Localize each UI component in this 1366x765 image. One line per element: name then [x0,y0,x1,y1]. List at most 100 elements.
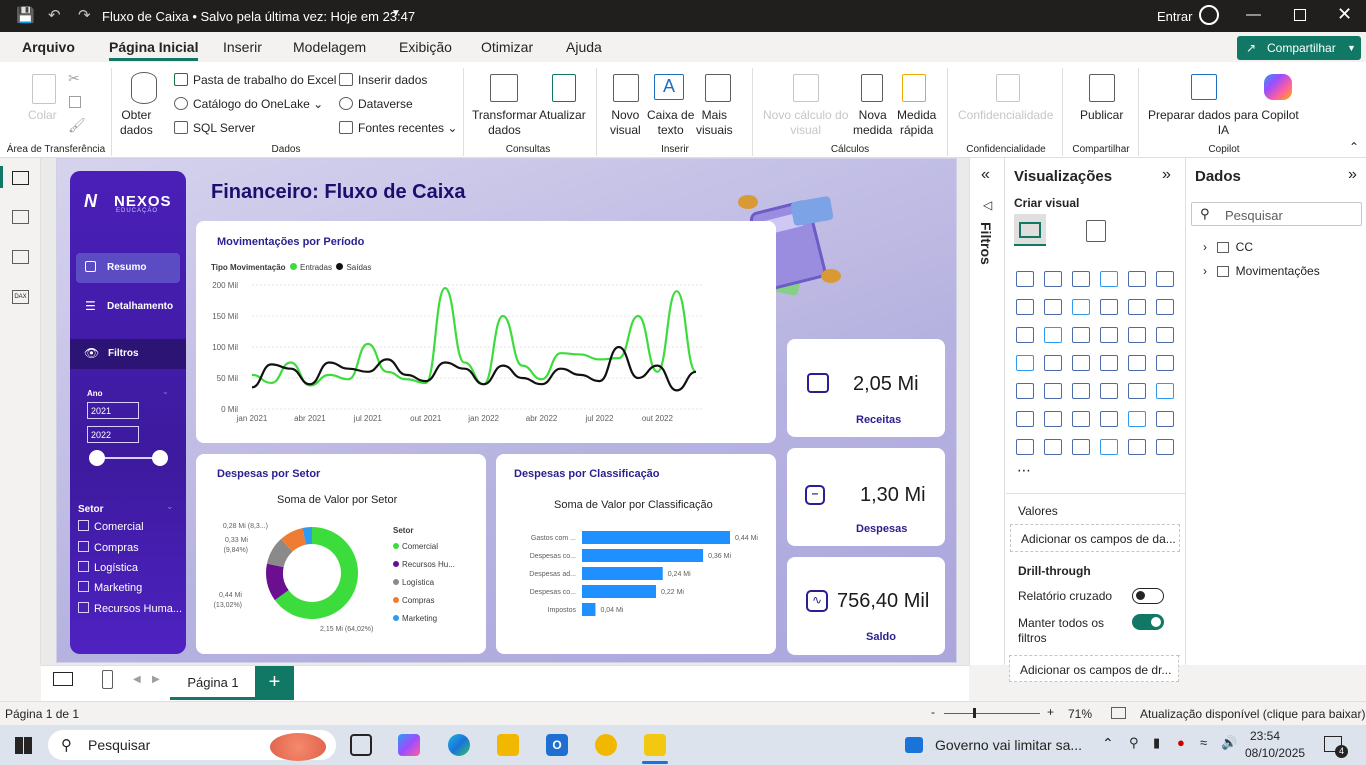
close-button[interactable]: ✕ [1337,4,1352,25]
visual-type-icon[interactable] [1100,411,1118,427]
sector-option[interactable]: Logística [78,561,138,574]
visual-type-icon[interactable] [1072,271,1090,287]
visual-type-icon[interactable] [1072,299,1090,315]
visual-type-icon[interactable] [1044,383,1062,399]
bar-chart-card[interactable]: Despesas por Classificação Soma de Valor… [496,454,776,654]
publish-button[interactable]: Publicar [1080,108,1123,123]
visual-type-icon[interactable] [1016,439,1034,455]
maximize-button[interactable] [1294,9,1306,21]
visual-type-icon[interactable] [1016,355,1034,371]
excel-workbook-button[interactable]: Pasta de trabalho do Excel [174,73,336,87]
wifi-icon[interactable]: ≈ [1200,735,1207,750]
build-visual-tab[interactable] [1014,214,1046,246]
dax-query-view-icon[interactable]: DAX [12,290,29,304]
data-search-input[interactable]: ⚲ Pesquisar [1191,202,1362,226]
volume-icon[interactable]: 🔊 [1221,735,1237,751]
cut-icon[interactable]: ✂ [68,70,80,87]
battery-icon[interactable]: ▮ [1153,735,1160,751]
line-chart-card[interactable]: Movimentações por Período Tipo Movimenta… [196,221,776,443]
new-visual-calc-button[interactable]: Novo cálculo do visual [763,108,848,138]
sql-server-button[interactable]: SQL Server [174,121,255,135]
windows-start-icon[interactable] [15,737,32,754]
visual-type-icon[interactable] [1072,411,1090,427]
copilot-icon[interactable] [1264,74,1292,100]
visual-type-icon[interactable] [1128,355,1146,371]
visual-type-icon[interactable] [1156,411,1174,427]
collapse-data-icon[interactable]: » [1348,166,1357,184]
redo-icon[interactable]: ↷ [78,6,91,24]
visual-type-icon[interactable] [1128,411,1146,427]
table-cc[interactable]: › CC [1203,240,1253,254]
tray-app-icon[interactable]: ⚲ [1129,735,1139,751]
visual-type-icon[interactable] [1044,411,1062,427]
page-tab-1[interactable]: Página 1 [170,666,256,700]
visual-type-icon[interactable] [1044,327,1062,343]
copy-icon[interactable] [69,96,81,108]
share-button[interactable]: ↗ Compartilhar ▼ [1237,36,1361,60]
sensitivity-button[interactable]: Confidencialidade [958,108,1053,123]
quick-measure-button[interactable]: Medida rápida [897,108,936,138]
copilot-taskbar-icon[interactable] [398,734,420,756]
sector-option[interactable]: Comercial [78,520,144,533]
visual-type-icon[interactable] [1156,355,1174,371]
collapse-viz-icon[interactable]: » [1162,166,1171,184]
account-icon[interactable] [1199,5,1219,25]
sector-option[interactable]: Recursos Huma... [78,602,182,615]
year-from-input[interactable]: 2021 [87,402,139,419]
year-slider-end-handle[interactable] [152,450,168,466]
more-visuals-icon[interactable]: ⋯ [1017,462,1031,479]
keep-filters-toggle[interactable] [1132,614,1164,630]
nav-resumo[interactable]: Resumo [76,253,180,283]
title-dropdown-icon[interactable]: ▼ [391,8,401,19]
year-to-input[interactable]: 2022 [87,426,139,443]
visual-type-icon[interactable] [1044,299,1062,315]
tab-inserir[interactable]: Inserir [223,39,262,55]
clock-time[interactable]: 23:54 [1250,729,1280,743]
recent-sources-button[interactable]: Fontes recentes ⌄ [339,121,457,135]
visual-type-icon[interactable] [1100,327,1118,343]
add-page-button[interactable]: + [255,666,294,700]
dataverse-button[interactable]: Dataverse [339,97,413,111]
refresh-button[interactable]: Atualizar [539,108,586,123]
tray-alert-icon[interactable]: ● [1177,735,1185,750]
zoom-slider-thumb[interactable] [973,708,976,718]
visual-type-icon[interactable] [1100,355,1118,371]
visual-type-icon[interactable] [1044,355,1062,371]
visual-type-icon[interactable] [1072,355,1090,371]
prev-page-icon[interactable]: ◀ [133,674,141,685]
update-available-link[interactable]: Atualização disponível (clique para baix… [1140,707,1365,721]
power-bi-icon[interactable] [644,734,666,756]
news-headline[interactable]: Governo vai limitar sa... [935,737,1082,753]
kpi-card-saldo[interactable]: ∿ 756,40 Mil Saldo [787,557,945,655]
insert-data-button[interactable]: Inserir dados [339,73,427,87]
get-data-button[interactable]: Obter dados [120,108,153,138]
kpi-card-despesas[interactable]: – 1,30 Mi Despesas [787,448,945,546]
visual-type-icon[interactable] [1072,383,1090,399]
visual-type-icon[interactable] [1156,271,1174,287]
nav-filtros[interactable]: 👁 Filtros [70,339,186,369]
visual-type-icon[interactable] [1100,439,1118,455]
tab-exibicao[interactable]: Exibição [399,39,452,55]
cross-report-toggle[interactable] [1132,588,1164,604]
visual-type-icon[interactable] [1156,439,1174,455]
visual-type-icon[interactable] [1044,439,1062,455]
tab-modelagem[interactable]: Modelagem [293,39,366,55]
visual-type-icon[interactable] [1044,271,1062,287]
tray-chevron-icon[interactable]: ⌃ [1102,735,1114,752]
visual-type-icon[interactable] [1128,271,1146,287]
visual-type-icon[interactable] [1156,299,1174,315]
undo-icon[interactable]: ↶ [48,6,61,24]
new-visual-button[interactable]: Novo visual [610,108,641,138]
visual-type-icon[interactable] [1128,299,1146,315]
new-measure-button[interactable]: Nova medida [853,108,892,138]
drill-through-drop-zone[interactable]: Adicionar os campos de dr... [1009,655,1179,682]
onelake-catalog-button[interactable]: Catálogo do OneLake ⌄ [174,97,323,111]
format-painter-icon[interactable]: 🖌 [68,117,86,134]
news-icon[interactable] [905,737,923,753]
visual-type-icon[interactable] [1156,383,1174,399]
visual-type-icon[interactable] [1072,327,1090,343]
text-box-button[interactable]: Caixa de texto [647,108,694,138]
sector-option[interactable]: Marketing [78,581,142,594]
file-explorer-icon[interactable] [497,734,519,756]
zoom-slider[interactable] [944,713,1040,714]
